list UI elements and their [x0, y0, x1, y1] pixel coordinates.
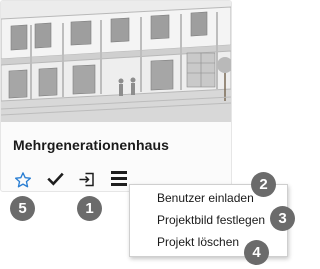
- project-thumbnail[interactable]: [1, 1, 231, 122]
- callout-marker-1: 1: [77, 196, 102, 221]
- checkmark-icon[interactable]: [47, 172, 64, 187]
- enter-icon[interactable]: [78, 171, 96, 188]
- project-title: Mehrgenerationenhaus: [13, 137, 170, 153]
- menu-item-delete-project[interactable]: Projekt löschen: [157, 235, 239, 249]
- callout-marker-4: 4: [244, 240, 269, 265]
- callout-marker-2: 2: [251, 172, 276, 197]
- project-card[interactable]: Mehrgenerationenhaus: [0, 0, 232, 192]
- star-outline-icon[interactable]: [14, 171, 32, 189]
- hamburger-menu-icon[interactable]: [111, 169, 127, 187]
- menu-item-set-project-image[interactable]: Projektbild festlegen: [157, 213, 265, 227]
- callout-marker-3: 3: [270, 206, 295, 231]
- menu-item-invite-users[interactable]: Benutzer einladen: [157, 191, 254, 205]
- callout-marker-5: 5: [10, 196, 35, 221]
